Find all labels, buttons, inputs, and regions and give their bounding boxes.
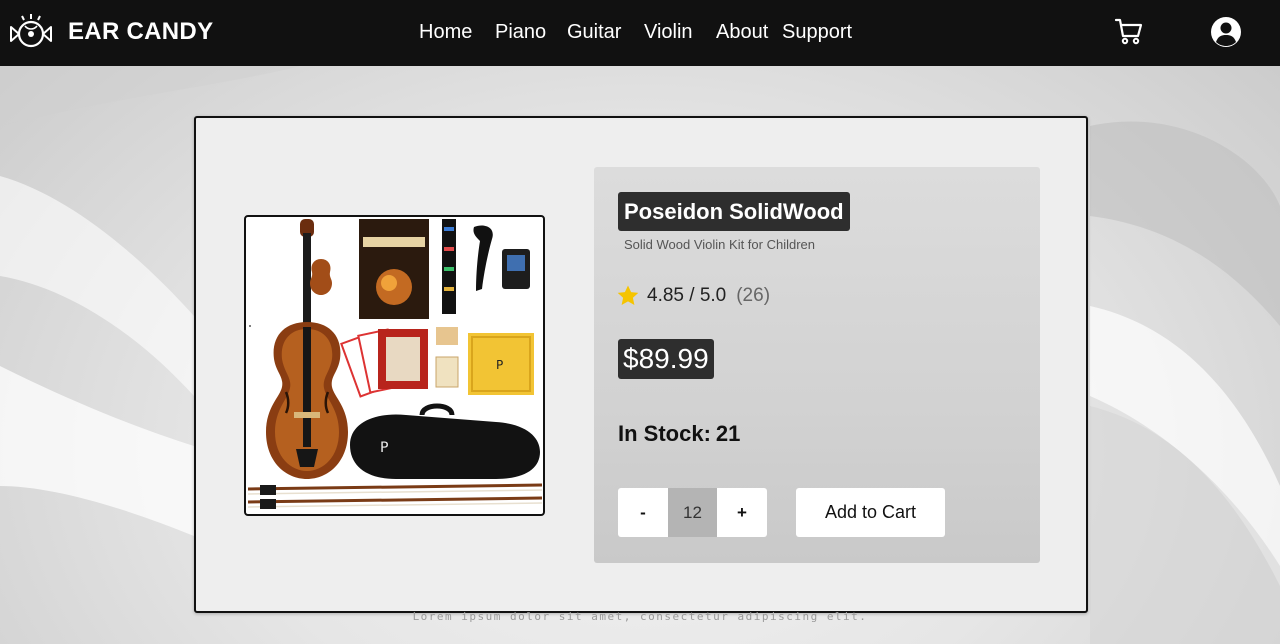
product-rating: 4.85 / 5.0 (26) [616,284,770,308]
shopping-cart-icon[interactable] [1114,16,1144,46]
stock-value: 21 [715,421,741,446]
rating-value: 4.85 / 5.0 [647,285,727,306]
brand-home-link[interactable]: EAR CANDY [8,10,213,54]
top-navbar: EAR CANDY Home Piano Guitar Violin About… [0,0,1280,66]
svg-text:P: P [496,358,503,372]
product-price: $89.99 [618,339,714,379]
stock-status: In Stock: 21 [618,421,740,447]
quantity-input[interactable] [668,488,717,537]
star-icon [617,285,639,305]
nav-link-support[interactable]: Support [782,20,852,44]
product-card: P P Poseidon SolidWood Solid Wood Violin… [194,116,1088,613]
add-to-cart-button[interactable]: Add to Cart [796,488,945,537]
violin-kit-illustration: P P [247,219,543,509]
quantity-stepper: - + [618,488,767,537]
footer-text: Lorem ipsum dolor sit amet, consectetur … [412,610,868,623]
nav-link-violin[interactable]: Violin [644,20,693,44]
nav-link-about[interactable]: About [716,20,768,44]
candy-disc-logo-icon [10,14,52,48]
user-account-icon[interactable] [1210,16,1242,48]
quantity-increase-button[interactable]: + [717,488,767,537]
product-title: Poseidon SolidWood [618,192,850,231]
brand-name: EAR CANDY [68,18,214,45]
nav-link-home[interactable]: Home [419,20,472,44]
svg-text:P: P [380,440,388,456]
rating-count[interactable]: (26) [736,285,770,307]
quantity-decrease-button[interactable]: - [618,488,668,537]
product-image[interactable]: P P [244,215,545,516]
nav-link-piano[interactable]: Piano [495,20,546,44]
product-info-panel: Poseidon SolidWood Solid Wood Violin Kit… [594,167,1040,563]
nav-link-guitar[interactable]: Guitar [567,20,621,44]
product-subtitle: Solid Wood Violin Kit for Children [624,237,816,252]
stock-label: In Stock: [618,421,711,446]
